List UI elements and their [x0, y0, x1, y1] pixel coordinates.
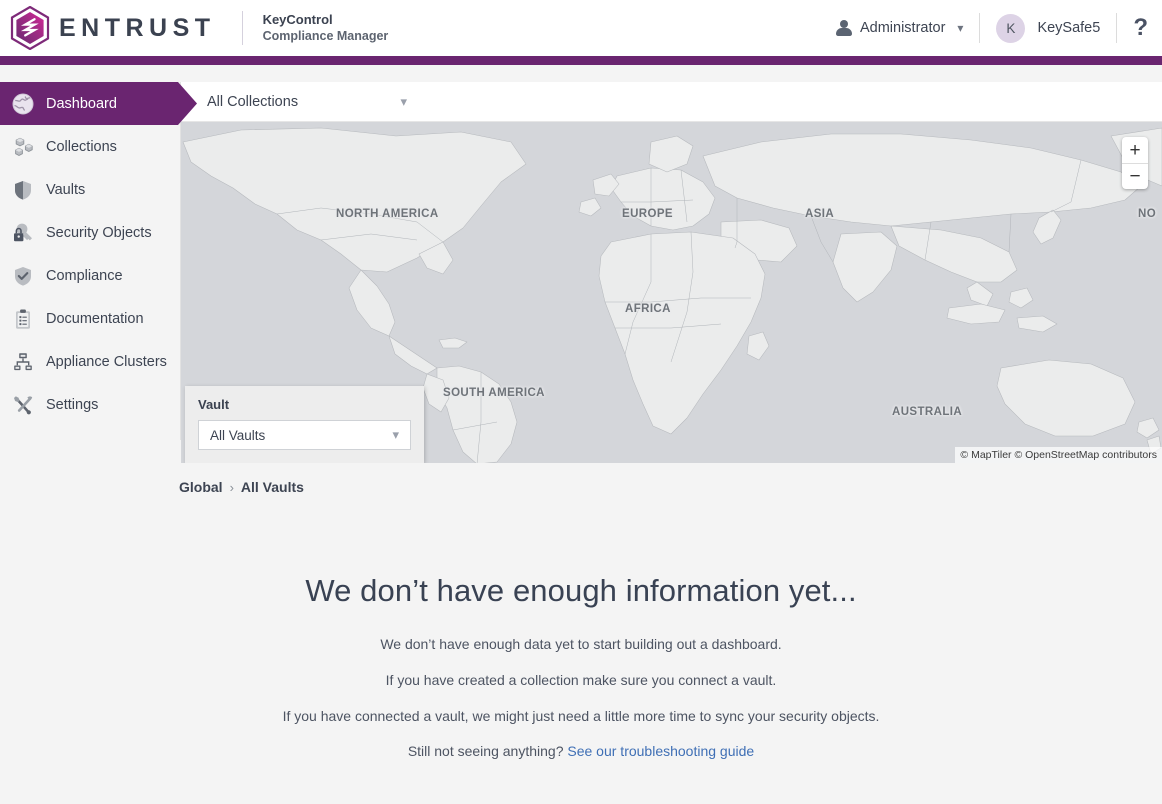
user-icon	[835, 19, 852, 37]
user-name: Administrator	[859, 20, 946, 36]
vault-filter-card: Vault All Vaults ▾	[185, 386, 424, 463]
sidebar-item-label: Security Objects	[46, 224, 152, 241]
breadcrumb: Global › All Vaults	[179, 463, 1162, 495]
user-menu[interactable]: Administrator ▾	[835, 19, 964, 37]
header-separator-1	[979, 13, 981, 43]
brand: ENTRUST KeyControl Compliance Manager	[0, 5, 389, 51]
tools-icon	[12, 394, 34, 416]
world-map[interactable]: NORTH AMERICA EUROPE ASIA NO AFRICA SOUT…	[181, 121, 1162, 463]
clipboard-icon	[12, 308, 34, 330]
cluster-icon	[12, 351, 34, 373]
empty-state: We don’t have enough information yet... …	[181, 573, 1162, 760]
map-label: EUROPE	[622, 208, 673, 220]
header-right: Administrator ▾ K KeySafe5 ?	[835, 13, 1162, 43]
sidebar-item-documentation[interactable]: Documentation	[0, 297, 180, 340]
map-label: NO	[1138, 208, 1157, 220]
troubleshooting-guide-link[interactable]: See our troubleshooting guide	[567, 743, 754, 759]
header-gap	[0, 65, 1162, 82]
sidebar-item-label: Settings	[46, 396, 99, 413]
product-title-block: KeyControl Compliance Manager	[263, 11, 389, 45]
sidebar-item-appliance-clusters[interactable]: Appliance Clusters	[0, 340, 180, 383]
sidebar-item-settings[interactable]: Settings	[0, 383, 180, 426]
sidebar-item-security-objects[interactable]: Security Objects	[0, 211, 180, 254]
zoom-out-button[interactable]: −	[1122, 163, 1148, 189]
boxes-icon	[12, 136, 34, 158]
map-zoom-controls: + −	[1122, 137, 1148, 189]
map-label: AFRICA	[625, 303, 671, 315]
key-lock-icon	[12, 222, 34, 244]
vault-filter-title: Vault	[198, 397, 230, 412]
empty-state-line-2: If you have created a collection make su…	[385, 671, 777, 688]
vault-select-value: All Vaults	[210, 427, 266, 443]
empty-state-line-4: Still not seeing anything? See our troub…	[181, 743, 981, 760]
header-divider	[241, 11, 243, 45]
sidebar: Dashboard Collections Vaults Security Ob…	[0, 82, 197, 440]
entrust-hexagon-logo-icon	[10, 5, 50, 51]
collections-filter-bar: All Collections ▾	[181, 82, 1162, 121]
empty-state-line-3: If you have connected a vault, we might …	[282, 707, 880, 724]
sidebar-item-label: Collections	[46, 138, 117, 155]
chevron-down-icon: ▾	[957, 21, 964, 35]
shield-icon	[12, 179, 34, 201]
map-label: NORTH AMERICA	[336, 208, 439, 220]
product-name: KeyControl	[262, 11, 333, 27]
map-label: ASIA	[805, 208, 835, 220]
sidebar-item-vaults[interactable]: Vaults	[0, 168, 180, 211]
zoom-in-button[interactable]: +	[1122, 137, 1148, 163]
empty-state-heading: We don’t have enough information yet...	[305, 573, 857, 608]
map-label: AUSTRALIA	[892, 406, 963, 418]
sidebar-item-label: Compliance	[46, 267, 123, 284]
breadcrumb-current: All Vaults	[240, 479, 304, 495]
collection-select-value: All Collections	[207, 93, 299, 110]
map-label: SOUTH AMERICA	[443, 387, 545, 399]
vault-select[interactable]: All Vaults ▾	[198, 420, 411, 450]
accent-bar	[0, 56, 1162, 65]
breadcrumb-separator-icon: ›	[229, 479, 234, 495]
header-separator-2	[1116, 13, 1118, 43]
sidebar-item-label: Vaults	[46, 181, 86, 198]
tenant-name: KeySafe5	[1037, 20, 1101, 36]
empty-state-line-4-prefix: Still not seeing anything?	[407, 743, 568, 760]
sidebar-item-collections[interactable]: Collections	[0, 125, 180, 168]
product-subtitle: Compliance Manager	[262, 29, 389, 44]
sidebar-item-dashboard[interactable]: Dashboard	[0, 82, 197, 125]
globe-icon	[12, 93, 34, 115]
sidebar-item-label: Appliance Clusters	[46, 353, 167, 370]
brand-wordmark: ENTRUST	[59, 13, 216, 42]
empty-state-line-1: We don’t have enough data yet to start b…	[380, 636, 782, 652]
sidebar-item-label: Documentation	[46, 310, 144, 327]
chevron-down-icon: ▾	[400, 93, 407, 109]
sidebar-item-compliance[interactable]: Compliance	[0, 254, 180, 297]
app-header: ENTRUST KeyControl Compliance Manager Ad…	[0, 0, 1162, 56]
avatar[interactable]: K	[996, 13, 1026, 43]
help-icon[interactable]: ?	[1133, 16, 1148, 40]
app-root: ENTRUST KeyControl Compliance Manager Ad…	[0, 0, 1162, 804]
shield-check-icon	[12, 265, 34, 287]
breadcrumb-root[interactable]: Global	[179, 479, 223, 495]
sidebar-item-label: Dashboard	[46, 95, 117, 112]
collection-select[interactable]: All Collections ▾	[207, 94, 407, 110]
main-content: All Collections ▾ NORTH AMERICA EUROPE A…	[179, 82, 1162, 804]
chevron-down-icon: ▾	[392, 427, 399, 442]
map-attribution[interactable]: © MapTiler © OpenStreetMap contributors	[955, 447, 1162, 463]
